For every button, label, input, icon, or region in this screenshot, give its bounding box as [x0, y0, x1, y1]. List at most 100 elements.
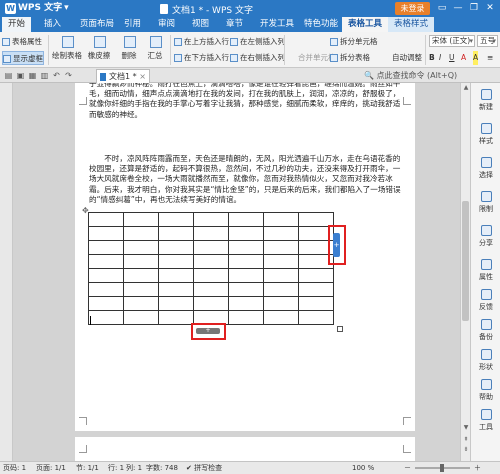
table-cell[interactable] [263, 226, 299, 241]
table-cell[interactable] [263, 268, 299, 283]
highlight-button[interactable]: A [473, 51, 479, 65]
status-pages[interactable]: 页面: 1/1 [36, 462, 66, 474]
table-cell[interactable] [298, 310, 334, 325]
table-cell[interactable] [193, 240, 229, 255]
table-cell[interactable] [158, 296, 194, 311]
vertical-scrollbar[interactable]: ▲ ▼ ⇞ ⇟ [460, 83, 470, 461]
table-cell[interactable] [123, 310, 159, 325]
table-cell[interactable] [298, 296, 334, 311]
document-page[interactable]: 子显得飘渺而神秘。雨打在芭蕉上，滴滴嗒嗒，像是谁在轻弹着琵琶，缠绵而温婉。雨丝如… [75, 83, 415, 431]
save-icon[interactable]: ▦ [27, 70, 38, 81]
table-cell[interactable] [88, 240, 124, 255]
table-cell[interactable] [158, 268, 194, 283]
side-style[interactable]: 样式 [471, 121, 500, 149]
table-cell[interactable] [298, 268, 334, 283]
table-cell[interactable] [228, 296, 264, 311]
eraser-button[interactable]: 橡皮擦 [84, 34, 114, 64]
table-cell[interactable] [263, 282, 299, 297]
table-cell[interactable] [158, 240, 194, 255]
tab-insert[interactable]: 插入 [38, 17, 67, 32]
table-cell[interactable] [263, 240, 299, 255]
tab-chapter[interactable]: 章节 [220, 17, 249, 32]
table-cell[interactable] [158, 282, 194, 297]
signin-button[interactable]: 未登录 [395, 2, 430, 15]
table-cell[interactable] [158, 254, 194, 269]
status-page[interactable]: 页码: 1 [3, 462, 26, 474]
font-color-button[interactable]: A [461, 51, 466, 65]
table-cell[interactable] [228, 212, 264, 227]
tab-view[interactable]: 视图 [186, 17, 215, 32]
insert-row-below-button[interactable]: 在下方插入行 [174, 51, 229, 65]
side-share[interactable]: 分享 [471, 223, 500, 251]
table-cell[interactable] [123, 296, 159, 311]
table-cell[interactable] [298, 282, 334, 297]
table-cell[interactable] [88, 254, 124, 269]
table-cell[interactable] [228, 282, 264, 297]
side-tools[interactable]: 工具 [471, 407, 500, 435]
command-search[interactable]: 🔍 点此查找命令 (Alt+Q) [364, 69, 457, 82]
tab-developer[interactable]: 开发工具 [254, 17, 300, 32]
table-cell[interactable] [88, 310, 124, 325]
side-feedback[interactable]: 反馈 [471, 287, 500, 315]
app-menu-button[interactable]: W WPS 文字 ▾ [2, 2, 72, 15]
table-cell[interactable] [263, 310, 299, 325]
tab-table-tools[interactable]: 表格工具 [342, 17, 389, 32]
document-tab[interactable]: 文档1 * × [96, 69, 150, 83]
table-cell[interactable] [228, 254, 264, 269]
underline-button[interactable]: U [449, 51, 455, 65]
table-cell[interactable] [193, 226, 229, 241]
merge-cells-button[interactable]: 合并单元格 [288, 51, 336, 65]
tab-table-style[interactable]: 表格样式 [388, 17, 435, 32]
paragraph-2[interactable]: 不时，凉风阵阵雨露而至，天色还是晴朗的，无风，阳光洒遍千山万水，走在乌语花香的校… [89, 154, 404, 205]
tab-review[interactable]: 审阅 [152, 17, 181, 32]
insert-col-right-button[interactable]: 在右侧插入列 [230, 51, 285, 65]
paragraph-1[interactable]: 子显得飘渺而神秘。雨打在芭蕉上，滴滴嗒嗒，像是谁在轻弹着琵琶，缠绵而温婉。雨丝如… [89, 83, 404, 120]
close-tab-icon[interactable]: × [139, 70, 146, 83]
table-cell[interactable] [263, 212, 299, 227]
zoom-in-icon[interactable]: ＋ [474, 462, 481, 474]
table-cell[interactable] [228, 240, 264, 255]
bold-button[interactable]: B [429, 51, 435, 65]
table-cell[interactable] [123, 254, 159, 269]
table-cell[interactable] [123, 226, 159, 241]
zoom-level[interactable]: 100 % [352, 462, 374, 474]
table-cell[interactable] [228, 310, 264, 325]
table-resize-handle[interactable] [337, 326, 343, 332]
table-cell[interactable] [193, 254, 229, 269]
side-new[interactable]: 新建 [471, 87, 500, 115]
italic-button[interactable]: I [439, 51, 441, 65]
table-cell[interactable] [228, 226, 264, 241]
scroll-thumb[interactable] [462, 201, 469, 321]
undo-icon[interactable]: ↶ [51, 70, 62, 81]
table-cell[interactable] [88, 268, 124, 283]
tab-home[interactable]: 开始 [2, 17, 32, 32]
side-backup[interactable]: 备份 [471, 317, 500, 345]
zoom-out-icon[interactable]: － [404, 462, 411, 474]
open-icon[interactable]: ▣ [15, 70, 26, 81]
table-cell[interactable] [88, 226, 124, 241]
new-doc-icon[interactable]: ▤ [3, 70, 14, 81]
table-cell[interactable] [263, 254, 299, 269]
status-words[interactable]: 字数: 748 [146, 462, 178, 474]
table-cell[interactable] [158, 310, 194, 325]
draw-table-button[interactable]: 绘制表格 [52, 34, 82, 64]
table-cell[interactable] [123, 282, 159, 297]
side-properties[interactable]: 属性 [471, 257, 500, 285]
table-cell[interactable] [193, 282, 229, 297]
tab-features[interactable]: 特色功能 [298, 17, 344, 32]
side-select[interactable]: 选择 [471, 155, 500, 183]
split-cells-button[interactable]: 拆分单元格 [330, 35, 378, 49]
table-cell[interactable] [123, 240, 159, 255]
zoom-slider-knob[interactable] [440, 464, 444, 472]
side-restrict[interactable]: 限制 [471, 189, 500, 217]
table-properties-button[interactable]: 表格属性 [2, 35, 42, 49]
side-shape[interactable]: 形状 [471, 347, 500, 375]
insert-row-above-button[interactable]: 在上方插入行 [174, 35, 229, 49]
table-cell[interactable] [193, 212, 229, 227]
table-cell[interactable] [158, 212, 194, 227]
split-table-button[interactable]: 拆分表格 [330, 51, 370, 65]
show-grid-button[interactable]: 显示虚框 [2, 51, 44, 65]
table-cell[interactable] [193, 296, 229, 311]
table-cell[interactable] [88, 282, 124, 297]
insert-col-left-button[interactable]: 在左侧插入列 [230, 35, 285, 49]
